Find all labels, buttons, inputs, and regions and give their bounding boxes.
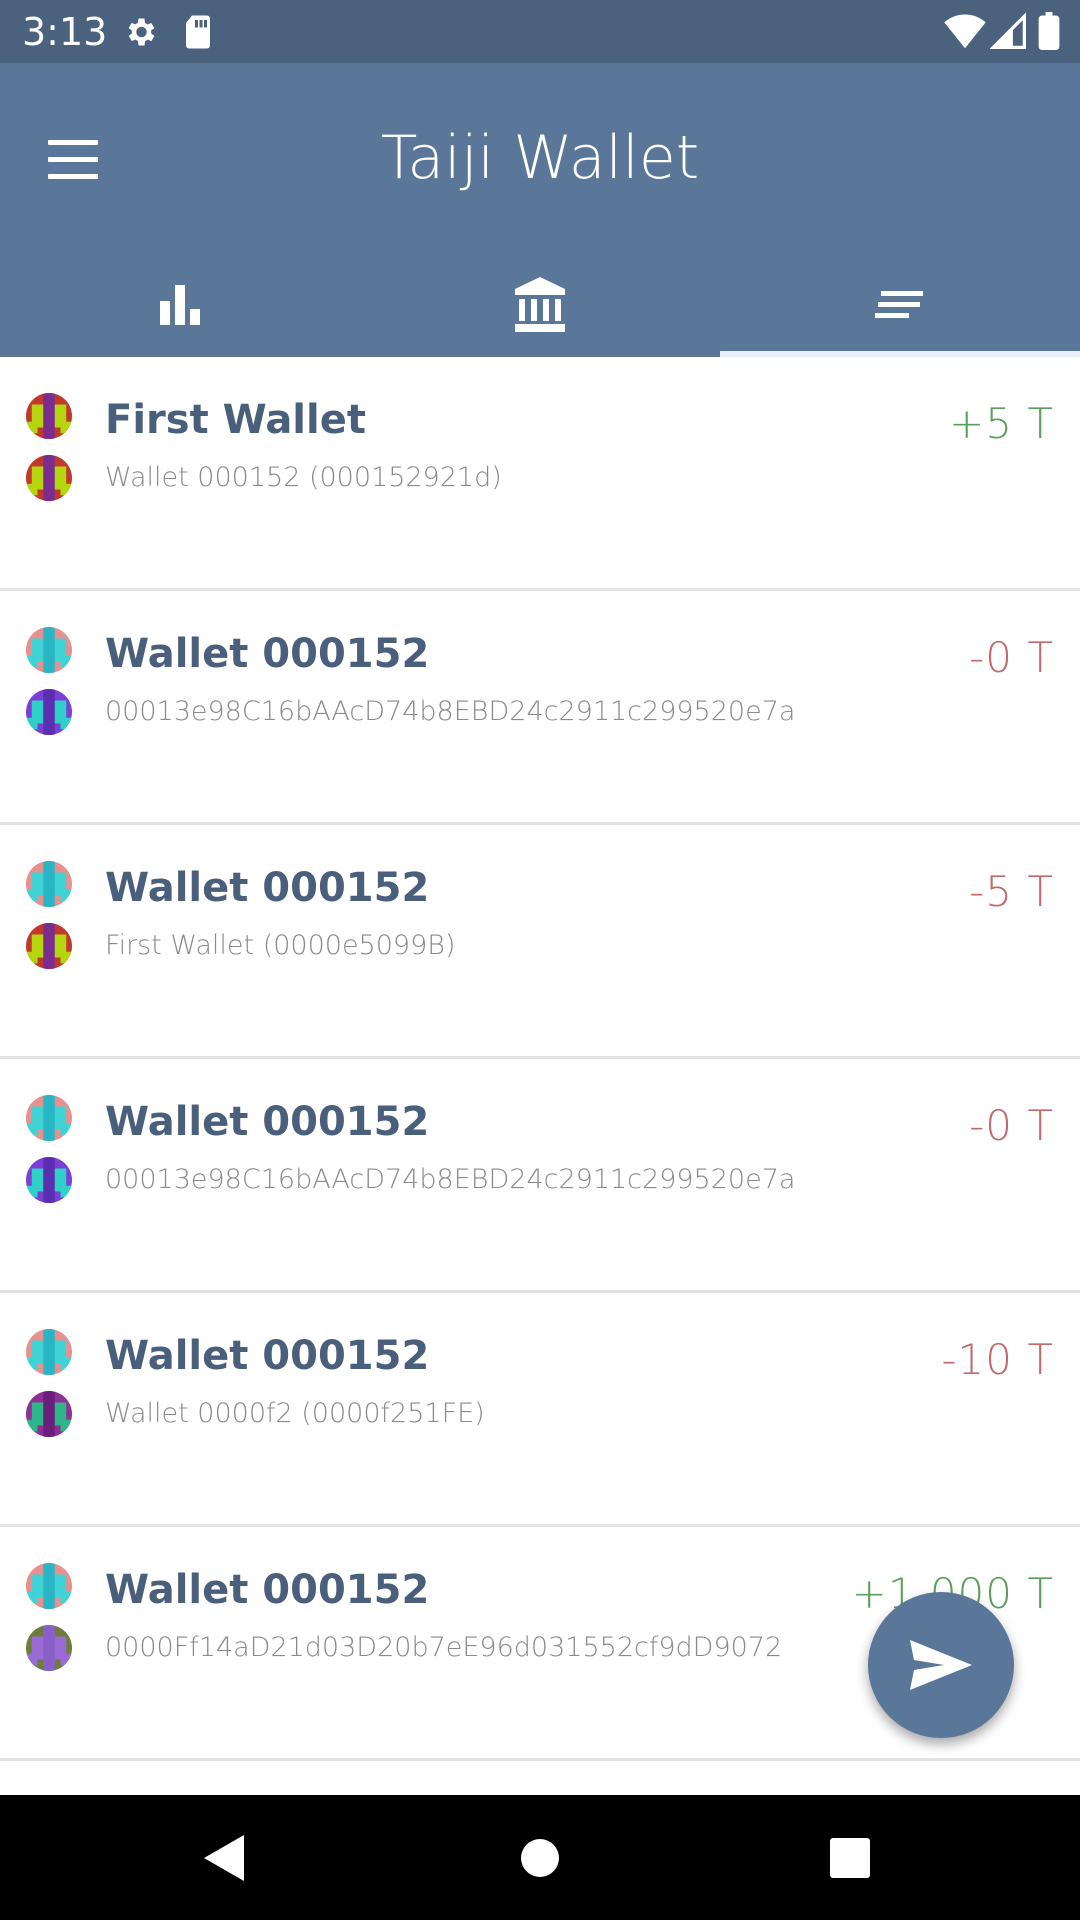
sender-avatar bbox=[26, 861, 72, 907]
transaction-counterparty: 00013e98C16bAAcD74b8EBD24c2911c299520e7a bbox=[105, 1164, 796, 1195]
recents-button[interactable] bbox=[790, 1795, 910, 1920]
transaction-row[interactable]: First Wallet Wallet 000152 (000152921d) +5… bbox=[0, 357, 1080, 591]
recipient-avatar bbox=[26, 1391, 72, 1437]
transaction-title: Wallet 000152 bbox=[105, 1333, 430, 1379]
tab-bar bbox=[0, 253, 1080, 357]
tab-transactions[interactable] bbox=[720, 253, 1080, 357]
identicon-icon bbox=[26, 1329, 72, 1375]
transaction-list[interactable]: First Wallet Wallet 000152 (000152921d) +5… bbox=[0, 357, 1080, 1761]
send-icon bbox=[910, 1640, 972, 1690]
sender-avatar bbox=[26, 627, 72, 673]
identicon-icon bbox=[26, 455, 72, 501]
wifi-icon bbox=[944, 14, 986, 49]
status-bar: 3:13 bbox=[0, 0, 1080, 63]
back-icon bbox=[204, 1834, 244, 1881]
bar-chart-icon bbox=[160, 285, 200, 325]
battery-icon bbox=[1038, 12, 1060, 50]
list-icon bbox=[875, 291, 923, 318]
app-bar: Taiji Wallet bbox=[0, 63, 1080, 357]
transaction-counterparty: Wallet 000152 (000152921d) bbox=[105, 462, 502, 493]
transaction-counterparty: 00013e98C16bAAcD74b8EBD24c2911c299520e7a bbox=[105, 696, 796, 727]
transaction-row[interactable]: Wallet 000152 Wallet 0000f2 (0000f251FE) -… bbox=[0, 1293, 1080, 1527]
home-button[interactable] bbox=[480, 1795, 600, 1920]
settings-icon bbox=[128, 18, 155, 46]
transaction-counterparty: 0000Ff14aD21d03D20b7eE96d031552cf9dD9072 bbox=[105, 1632, 783, 1663]
recipient-avatar bbox=[26, 689, 72, 735]
transaction-title: Wallet 000152 bbox=[105, 1567, 430, 1613]
send-button[interactable] bbox=[868, 1592, 1014, 1738]
sender-avatar bbox=[26, 393, 72, 439]
transaction-amount: -10 T bbox=[941, 1335, 1054, 1384]
recipient-avatar bbox=[26, 1157, 72, 1203]
signal-icon bbox=[990, 12, 1026, 49]
identicon-icon bbox=[26, 1563, 72, 1609]
identicon-icon bbox=[26, 1157, 72, 1203]
navigation-bar bbox=[0, 1795, 1080, 1920]
tab-wallets[interactable] bbox=[360, 253, 720, 357]
back-button[interactable] bbox=[165, 1795, 285, 1920]
transaction-title: Wallet 000152 bbox=[105, 631, 430, 677]
transaction-title: Wallet 000152 bbox=[105, 1099, 430, 1145]
transaction-amount: -0 T bbox=[969, 1101, 1054, 1150]
identicon-icon bbox=[26, 1391, 72, 1437]
identicon-icon bbox=[26, 923, 72, 969]
sender-avatar bbox=[26, 1095, 72, 1141]
recipient-avatar bbox=[26, 923, 72, 969]
app-title: Taiji Wallet bbox=[380, 123, 700, 193]
sender-avatar bbox=[26, 1329, 72, 1375]
transaction-amount: -0 T bbox=[969, 633, 1054, 682]
identicon-icon bbox=[26, 1095, 72, 1141]
transaction-amount: -5 T bbox=[969, 867, 1054, 916]
sd-card-icon bbox=[186, 15, 210, 49]
sender-avatar bbox=[26, 1563, 72, 1609]
transaction-counterparty: First Wallet (0000e5099B) bbox=[105, 930, 456, 961]
tab-statistics[interactable] bbox=[0, 253, 360, 357]
recipient-avatar bbox=[26, 455, 72, 501]
transaction-row[interactable]: Wallet 000152 00013e98C16bAAcD74b8EBD24c2… bbox=[0, 1059, 1080, 1293]
identicon-icon bbox=[26, 393, 72, 439]
transaction-row[interactable]: Wallet 000152 First Wallet (0000e5099B) -5… bbox=[0, 825, 1080, 1059]
transaction-counterparty: Wallet 0000f2 (0000f251FE) bbox=[105, 1398, 485, 1429]
identicon-icon bbox=[26, 689, 72, 735]
identicon-icon bbox=[26, 861, 72, 907]
bank-icon bbox=[515, 277, 565, 332]
status-time: 3:13 bbox=[22, 9, 108, 54]
transaction-amount: +5 T bbox=[949, 399, 1054, 448]
recipient-avatar bbox=[26, 1625, 72, 1671]
transaction-title: Wallet 000152 bbox=[105, 865, 430, 911]
home-icon bbox=[521, 1838, 559, 1877]
identicon-icon bbox=[26, 1625, 72, 1671]
recents-icon bbox=[830, 1837, 870, 1878]
transaction-title: First Wallet bbox=[105, 397, 366, 443]
transaction-row[interactable]: Wallet 000152 00013e98C16bAAcD74b8EBD24c2… bbox=[0, 591, 1080, 825]
identicon-icon bbox=[26, 627, 72, 673]
